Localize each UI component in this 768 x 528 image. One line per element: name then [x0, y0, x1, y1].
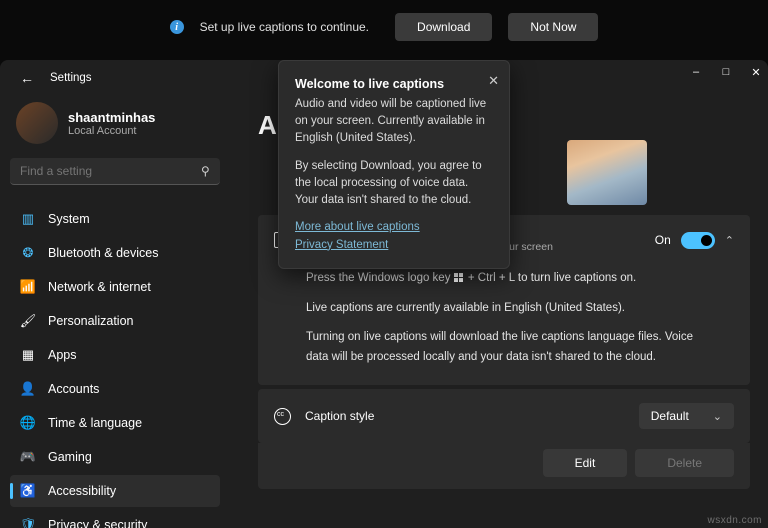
availability-text: Live captions are currently available in… — [306, 299, 702, 319]
dropdown-value: Default — [651, 409, 689, 423]
style-dropdown[interactable]: Default ⌄ — [639, 403, 734, 429]
tip-text2: + Ctrl + L to turn live captions on. — [465, 272, 637, 284]
style-actions: Edit Delete — [258, 443, 750, 489]
gaming-icon: 🎮 — [20, 449, 36, 465]
sidebar: shaantminhas Local Account ⚲ ▥ System ❂ Bl… — [0, 96, 230, 528]
sidebar-item-accounts[interactable]: 👤 Accounts — [10, 373, 220, 405]
more-link[interactable]: More about live captions — [295, 219, 493, 236]
live-captions-toggle[interactable] — [681, 232, 715, 249]
sidebar-item-accessibility[interactable]: ♿ Accessibility — [10, 475, 220, 507]
style-icon — [274, 408, 291, 425]
sidebar-item-label: Personalization — [48, 314, 133, 328]
style-title: Caption style — [305, 409, 374, 423]
sidebar-item-personalization[interactable]: 🖌 Personalization — [10, 305, 220, 337]
close-button[interactable]: ✕ — [750, 66, 762, 78]
sidebar-item-label: Network & internet — [48, 280, 151, 294]
brush-icon: 🖌 — [20, 313, 36, 329]
toggle-state: On — [655, 233, 671, 247]
privacy-link[interactable]: Privacy Statement — [295, 237, 493, 254]
sidebar-item-label: Apps — [48, 348, 77, 362]
caption-preview-image — [567, 140, 647, 205]
sidebar-item-label: Bluetooth & devices — [48, 246, 159, 260]
sidebar-item-privacy[interactable]: 🛡 Privacy & security — [10, 509, 220, 528]
chevron-down-icon: ⌄ — [713, 410, 722, 423]
profile[interactable]: shaantminhas Local Account — [10, 96, 220, 158]
card-body: Press the Windows logo key + Ctrl + L to… — [258, 265, 750, 385]
sidebar-item-time[interactable]: 🌐 Time & language — [10, 407, 220, 439]
popup-text-2: By selecting Download, you agree to the … — [295, 158, 493, 210]
sidebar-item-label: Accessibility — [48, 484, 116, 498]
profile-sub: Local Account — [68, 125, 155, 137]
shield-icon: 🛡 — [20, 517, 36, 528]
avatar — [16, 102, 58, 144]
sidebar-item-apps[interactable]: ▦ Apps — [10, 339, 220, 371]
sidebar-item-system[interactable]: ▥ System — [10, 203, 220, 235]
setup-banner: i Set up live captions to continue. Down… — [0, 0, 768, 54]
sidebar-item-label: Accounts — [48, 382, 99, 396]
profile-name: shaantminhas — [68, 110, 155, 125]
page-heading: A — [258, 110, 277, 141]
download-button[interactable]: Download — [395, 13, 492, 41]
window-title: Settings — [50, 72, 92, 84]
popup-close-button[interactable]: ✕ — [488, 71, 499, 91]
note-text: Turning on live captions will download t… — [306, 328, 702, 367]
sidebar-item-network[interactable]: 📶 Network & internet — [10, 271, 220, 303]
search-box[interactable]: ⚲ — [10, 158, 220, 185]
search-icon: ⚲ — [201, 164, 210, 178]
wifi-icon: 📶 — [20, 279, 36, 295]
chevron-up-icon[interactable]: ⌃ — [725, 234, 734, 247]
caption-style-row[interactable]: Caption style Default ⌄ — [258, 389, 750, 443]
delete-button: Delete — [635, 449, 734, 477]
tip-text: Press the Windows logo key — [306, 272, 450, 284]
back-button[interactable]: ← — [12, 66, 42, 90]
accessibility-icon: ♿ — [20, 483, 36, 499]
account-icon: 👤 — [20, 381, 36, 397]
welcome-popup: ✕ Welcome to live captions Audio and vid… — [278, 60, 510, 269]
edit-button[interactable]: Edit — [543, 449, 628, 477]
sidebar-item-gaming[interactable]: 🎮 Gaming — [10, 441, 220, 473]
windows-key-icon — [454, 272, 465, 283]
sidebar-item-label: Gaming — [48, 450, 92, 464]
watermark: wsxdn.com — [707, 515, 762, 526]
minimize-button[interactable]: – — [690, 66, 702, 78]
clock-icon: 🌐 — [20, 415, 36, 431]
sidebar-item-label: System — [48, 212, 90, 226]
popup-title: Welcome to live captions — [295, 75, 493, 94]
apps-icon: ▦ — [20, 347, 36, 363]
banner-text: Set up live captions to continue. — [200, 20, 369, 34]
sidebar-item-label: Privacy & security — [48, 518, 147, 528]
not-now-button[interactable]: Not Now — [508, 13, 598, 41]
maximize-button[interactable]: □ — [720, 66, 732, 78]
info-icon: i — [170, 20, 184, 34]
system-icon: ▥ — [20, 211, 36, 227]
sidebar-item-bluetooth[interactable]: ❂ Bluetooth & devices — [10, 237, 220, 269]
search-input[interactable] — [20, 164, 201, 178]
settings-window: ← Settings – □ ✕ shaantminhas Local Acco… — [0, 60, 768, 528]
popup-text-1: Audio and video will be captioned live o… — [295, 96, 493, 148]
sidebar-item-label: Time & language — [48, 416, 142, 430]
bluetooth-icon: ❂ — [20, 245, 36, 261]
